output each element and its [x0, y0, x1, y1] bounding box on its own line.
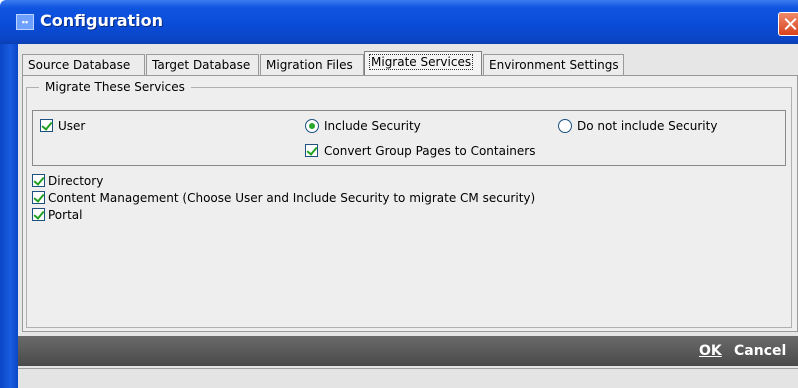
include-security-radio[interactable] [305, 119, 319, 133]
tab-label: Target Database [152, 58, 251, 72]
tab-source-database[interactable]: Source Database [22, 54, 145, 76]
tab-label: Migration Files [266, 58, 353, 72]
no-security-label: Do not include Security [577, 119, 718, 133]
portal-label: Portal [48, 208, 83, 222]
tab-migrate-services[interactable]: Migrate Services [364, 51, 482, 77]
app-icon: ▪▪ [16, 14, 34, 30]
include-security-label: Include Security [324, 119, 421, 133]
status-bar [18, 368, 798, 388]
cancel-button[interactable]: Cancel [734, 343, 786, 359]
ok-button-label: OK [699, 343, 722, 359]
directory-label: Directory [48, 174, 104, 188]
convert-group-pages-checkbox[interactable] [305, 144, 318, 157]
tab-label: Migrate Services [368, 54, 474, 70]
content-management-label: Content Management (Choose User and Incl… [48, 191, 536, 205]
no-security-radio[interactable] [558, 119, 572, 133]
convert-group-pages-label: Convert Group Pages to Containers [324, 144, 536, 158]
tab-panel-migrate-services: Migrate These Services User Include Secu… [22, 75, 798, 332]
window-title: Configuration [40, 11, 164, 30]
configuration-window: ▪▪ Configuration Source Database Target … [0, 0, 798, 388]
portal-checkbox[interactable] [32, 208, 45, 221]
user-checkbox[interactable] [40, 119, 53, 132]
close-button[interactable] [778, 12, 798, 36]
group-legend: Migrate These Services [39, 80, 191, 94]
tab-target-database[interactable]: Target Database [146, 54, 259, 76]
dialog-body: Source Database Target Database Migratio… [18, 44, 798, 388]
tab-label: Environment Settings [489, 58, 619, 72]
cancel-button-label: Cancel [734, 343, 787, 359]
migrate-services-group: Migrate These Services User Include Secu… [26, 80, 792, 328]
tab-environment-settings[interactable]: Environment Settings [483, 54, 624, 76]
ok-button[interactable]: OK [699, 343, 722, 359]
window-frame-left [0, 44, 18, 388]
button-bar: OK Cancel [18, 336, 798, 366]
directory-checkbox[interactable] [32, 174, 45, 187]
title-bar[interactable]: ▪▪ Configuration [0, 0, 798, 44]
user-options-box: User Include Security Do not include Sec… [32, 110, 786, 166]
tab-label: Source Database [28, 58, 131, 72]
user-label: User [58, 119, 86, 133]
tab-migration-files[interactable]: Migration Files [260, 54, 364, 76]
content-management-checkbox[interactable] [32, 191, 45, 204]
